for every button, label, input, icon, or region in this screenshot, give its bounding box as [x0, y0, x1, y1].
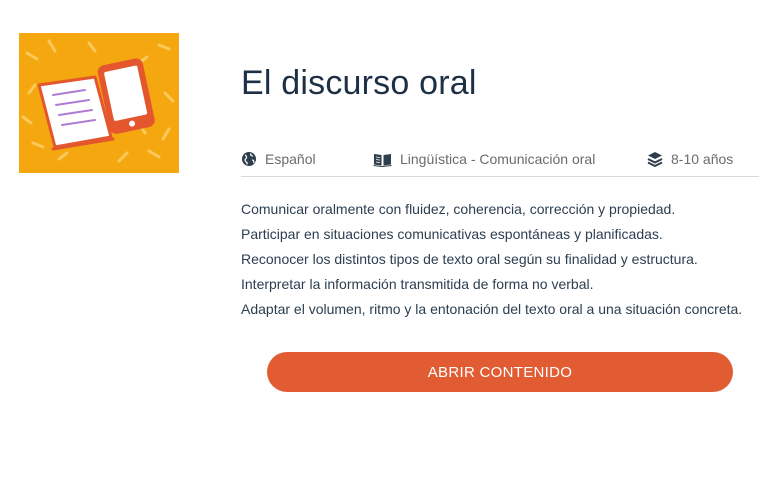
book-icon: [373, 153, 392, 167]
objectives-list: Comunicar oralmente con fluidez, coheren…: [241, 199, 742, 324]
meta-age-label: 8-10 años: [671, 151, 734, 167]
objective-item: Comunicar oralmente con fluidez, coheren…: [241, 201, 676, 217]
objective-item: Reconocer los distintos tipos de texto o…: [241, 251, 698, 267]
objective-item: Adaptar el volumen, ritmo y la entonació…: [241, 301, 743, 317]
meta-age: 8-10 años: [647, 151, 733, 167]
resource-meta-bar: Español Lingüística - Comunicación oral …: [241, 148, 759, 177]
meta-language: Español: [241, 151, 316, 167]
meta-subject-label: Lingüística - Comunicación oral: [400, 151, 596, 167]
objective-item: Interpretar la información transmitida d…: [241, 276, 594, 292]
meta-subject: Lingüística - Comunicación oral: [373, 151, 595, 167]
meta-language-label: Español: [265, 151, 316, 167]
resource-title: El discurso oral: [241, 64, 477, 102]
objective-item: Participar en situaciones comunicativas …: [241, 226, 663, 242]
globe-icon: [242, 152, 256, 166]
layers-icon: [647, 152, 663, 167]
resource-thumbnail: [19, 33, 179, 173]
open-content-button[interactable]: ABRIR CONTENIDO: [267, 352, 733, 392]
open-book-tablet-icon: [21, 39, 175, 163]
